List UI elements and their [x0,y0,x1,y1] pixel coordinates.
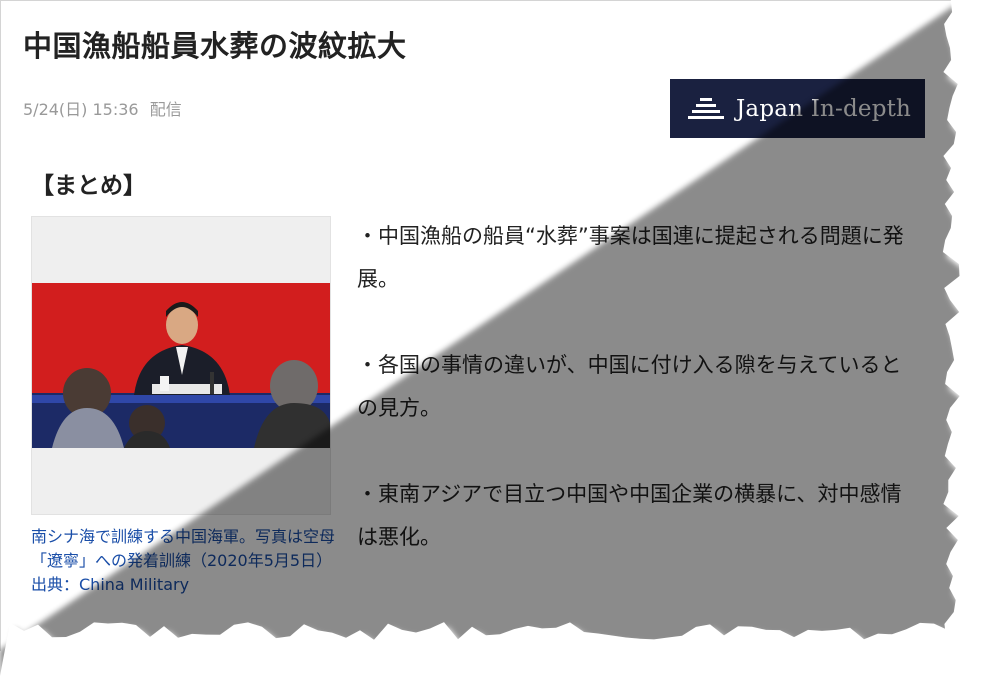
summary-list: ・中国漁船の船員“水葬”事案は国連に提起される問題に発展。 ・各国の事情の違いが… [357,215,917,602]
article-date: 5/24(日) 15:36 [23,100,139,119]
article-photo[interactable] [31,216,331,515]
article-delivery-label: 配信 [149,100,182,119]
photo-caption[interactable]: 南シナ海で訓練する中国海軍。写真は空母「遼寧」への発着訓練（2020年5月5日）… [31,525,336,597]
pyramid-icon [688,97,724,119]
article-container: 中国漁船船員水葬の波紋拡大 5/24(日) 15:36 配信 Japan In-… [0,0,961,651]
screenshot-frame: 中国漁船船員水葬の波紋拡大 5/24(日) 15:36 配信 Japan In-… [0,0,986,676]
summary-point: ・東南アジアで目立つ中国や中国企業の横暴に、対中感情は悪化。 [357,482,902,549]
summary-heading: 【まとめ】 [31,173,146,199]
publisher-logo[interactable]: Japan In-depth [670,79,925,138]
summary-point: ・各国の事情の違いが、中国に付け入る隙を与えているとの見方。 [357,353,902,420]
publisher-logo-text: Japan In-depth [736,95,912,122]
article-title: 中国漁船船員水葬の波紋拡大 [23,29,407,63]
article-dateline: 5/24(日) 15:36 配信 [23,96,182,120]
photo-image [32,283,330,448]
summary-point: ・中国漁船の船員“水葬”事案は国連に提起される問題に発展。 [357,224,904,291]
